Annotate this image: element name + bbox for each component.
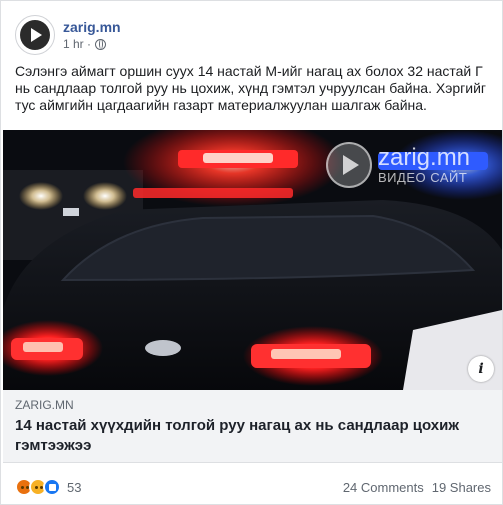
post-meta: zarig.mn 1 hr · [63,18,121,52]
shares-count[interactable]: 19 Shares [432,480,491,495]
globe-icon[interactable] [95,38,107,50]
play-icon [326,142,372,188]
page-avatar[interactable] [15,15,55,55]
post-time[interactable]: 1 hr · [63,36,91,52]
reactions-summary[interactable]: 53 [15,478,81,496]
video-watermark: zarig.mn ВИДЕО САЙТ [326,142,470,188]
info-icon[interactable]: i [468,356,494,382]
watermark-subtitle: ВИДЕО САЙТ [378,170,468,185]
page-name-link[interactable]: zarig.mn [63,18,121,36]
link-title[interactable]: 14 настай хүүхдийн толгой руу нагац ах н… [15,416,490,456]
post-header: zarig.mn 1 hr · [15,15,121,55]
post-text: Сэлэнгэ аймагт оршин суух 14 настай М-ий… [15,63,486,113]
post-image[interactable]: zarig.mn ВИДЕО САЙТ i [3,130,502,390]
link-preview[interactable]: ZARIG.MN 14 настай хүүхдийн толгой руу н… [3,390,502,463]
comments-count[interactable]: 24 Comments [343,480,424,495]
post-footer: 53 24 Comments 19 Shares [15,475,491,499]
post-stats: 24 Comments 19 Shares [343,480,491,495]
timestamp-row: 1 hr · [63,36,121,52]
watermark-name: zarig.mn [378,144,471,171]
link-domain: ZARIG.MN [15,398,74,412]
reaction-count[interactable]: 53 [67,480,81,495]
facebook-post: zarig.mn 1 hr · Сэлэнгэ аймагт оршин суу… [0,0,503,505]
play-logo-icon [20,20,50,50]
like-icon [43,478,61,496]
